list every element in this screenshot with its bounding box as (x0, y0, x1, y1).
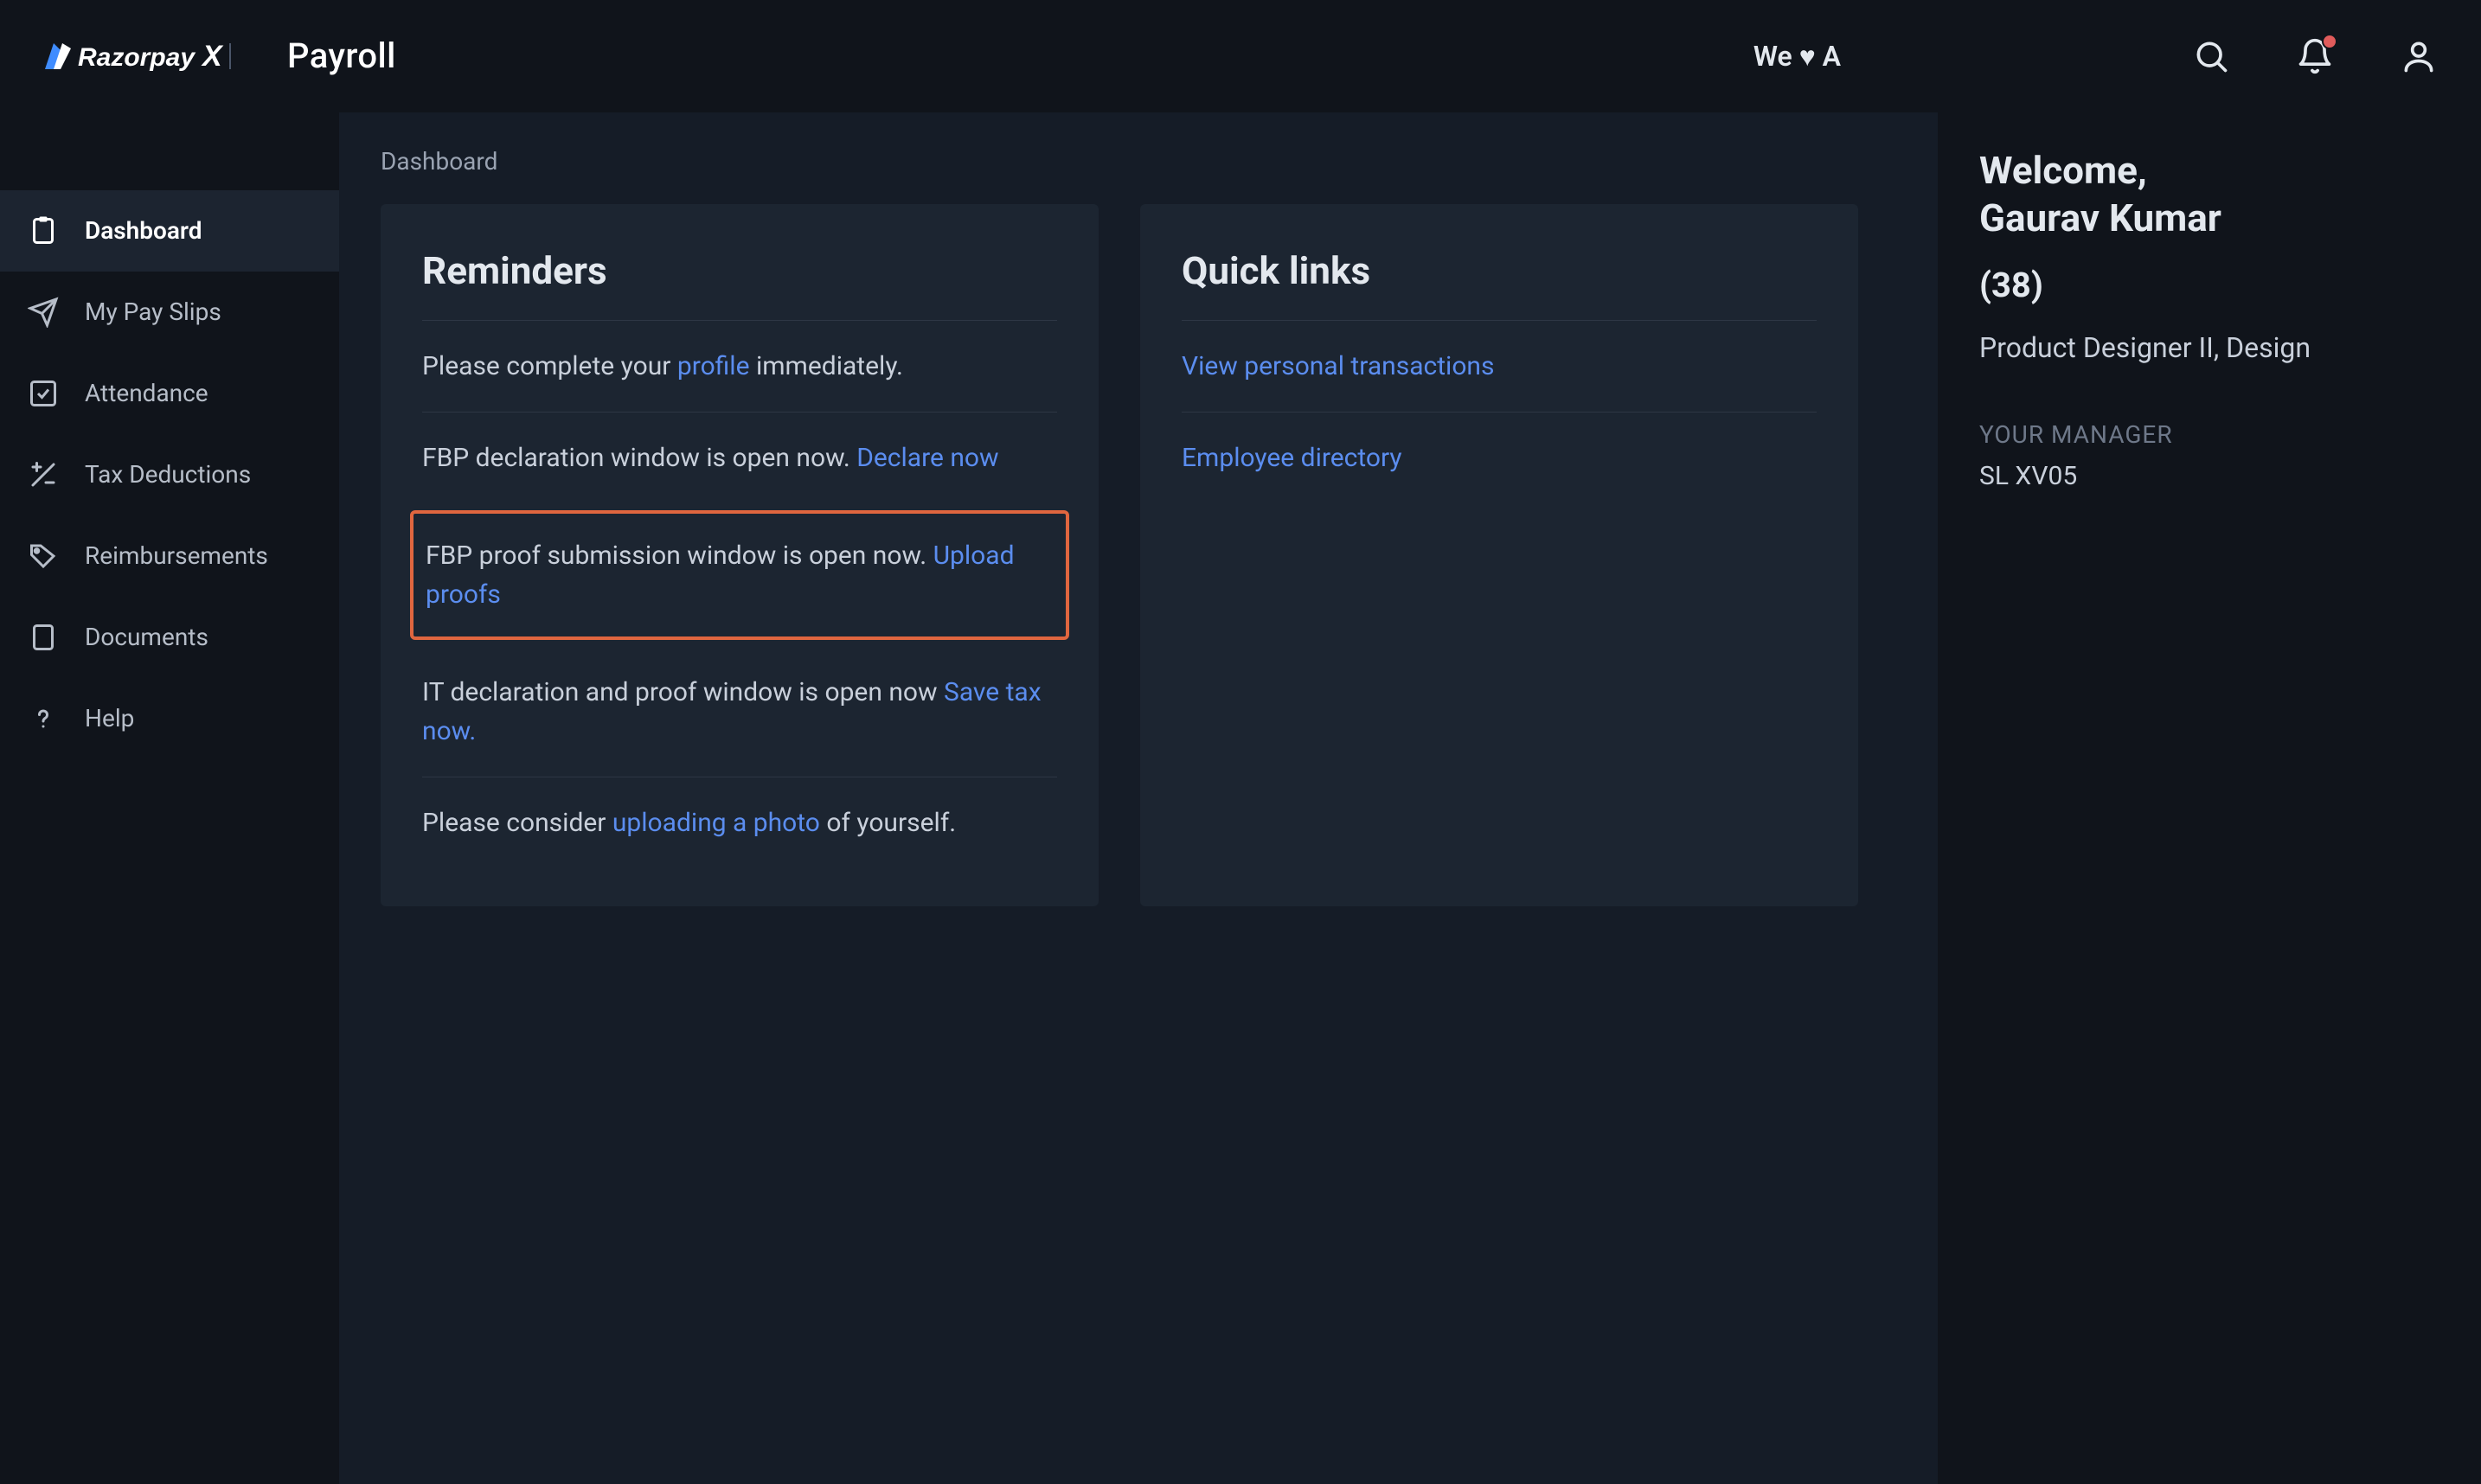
reminder-text: FBP proof submission window is open now. (426, 541, 933, 571)
sidebar-item-label: Help (85, 700, 134, 737)
declare-now-link[interactable]: Declare now (856, 443, 998, 473)
reminders-title: Reminders (422, 242, 1057, 299)
sidebar-item-label: Tax Deductions (85, 457, 251, 493)
sidebar-item-reimbursements[interactable]: Reimbursements (0, 515, 339, 597)
help-icon (26, 701, 61, 736)
svg-text:Razorpay: Razorpay (78, 43, 196, 72)
quicklink-row: View personal transactions (1182, 320, 1817, 412)
reminder-row-fbp-declare: FBP declaration window is open now. Decl… (422, 412, 1057, 503)
notifications-button[interactable] (2294, 35, 2336, 77)
quicklinks-title: Quick links (1182, 242, 1817, 299)
plus-minus-icon (26, 457, 61, 492)
breadcrumb: Dashboard (381, 144, 1896, 180)
reminder-row-photo: Please consider uploading a photo of you… (422, 777, 1057, 868)
sidebar-item-help[interactable]: Help (0, 678, 339, 759)
reminder-row-fbp-proof-highlighted: FBP proof submission window is open now.… (410, 510, 1069, 640)
manager-label: YOUR MANAGER (1979, 417, 2439, 453)
view-transactions-link[interactable]: View personal transactions (1182, 351, 1494, 381)
send-icon (26, 295, 61, 329)
sidebar-item-payslips[interactable]: My Pay Slips (0, 272, 339, 353)
reminder-text: immediately. (750, 351, 903, 381)
quicklink-row: Employee directory (1182, 412, 1817, 503)
file-icon (26, 620, 61, 655)
sidebar-item-label: Reimbursements (85, 538, 268, 574)
profile-panel: Welcome, Gaurav Kumar (38) Product Desig… (1938, 112, 2481, 1484)
notification-dot-icon (2322, 34, 2337, 49)
header-heart-text: We ♥ A (1753, 35, 1841, 77)
manager-name: SL XV05 (1979, 457, 2439, 496)
reminder-text: IT declaration and proof window is open … (422, 677, 944, 707)
logo[interactable]: Razorpay X Payroll (42, 30, 396, 82)
sidebar-item-tax-deductions[interactable]: Tax Deductions (0, 434, 339, 515)
upload-photo-link[interactable]: uploading a photo (612, 808, 820, 838)
sidebar-item-dashboard[interactable]: Dashboard (0, 190, 339, 272)
profile-button[interactable] (2398, 35, 2439, 77)
logo-payroll-text: Payroll (287, 30, 396, 82)
reminder-text: Please complete your (422, 351, 677, 381)
profile-id: (38) (1979, 259, 2439, 311)
profile-link[interactable]: profile (677, 351, 750, 381)
reminders-card: Reminders Please complete your profile i… (381, 204, 1099, 906)
reminder-row-it-declaration: IT declaration and proof window is open … (422, 647, 1057, 777)
reminder-text: Please consider (422, 808, 612, 838)
sidebar-item-label: Dashboard (85, 213, 202, 249)
main-content: Dashboard Reminders Please complete your… (339, 112, 1938, 1484)
reminder-text: of yourself. (820, 808, 956, 838)
sidebar: Dashboard My Pay Slips Attendance Tax De… (0, 112, 339, 1484)
quicklinks-card: Quick links View personal transactions E… (1140, 204, 1858, 906)
welcome-label: Welcome, (1979, 148, 2147, 193)
sidebar-item-label: Documents (85, 619, 208, 656)
tag-icon (26, 539, 61, 573)
sidebar-item-label: Attendance (85, 375, 208, 412)
check-square-icon (26, 376, 61, 411)
app-header: Razorpay X Payroll We ♥ A (0, 0, 2481, 112)
sidebar-item-attendance[interactable]: Attendance (0, 353, 339, 434)
clipboard-icon (26, 214, 61, 248)
razorpayx-logo-icon: Razorpay X (42, 36, 275, 76)
employee-directory-link[interactable]: Employee directory (1182, 443, 1402, 473)
profile-role: Product Designer II, Design (1979, 327, 2439, 368)
search-icon (2192, 37, 2230, 75)
profile-name: Gaurav Kumar (1979, 195, 2221, 240)
sidebar-item-label: My Pay Slips (85, 294, 221, 330)
reminder-row-profile: Please complete your profile immediately… (422, 320, 1057, 412)
svg-text:X: X (201, 40, 224, 73)
sidebar-item-documents[interactable]: Documents (0, 597, 339, 678)
user-icon (2400, 37, 2438, 75)
search-button[interactable] (2190, 35, 2232, 77)
reminder-text: FBP declaration window is open now. (422, 443, 856, 473)
profile-welcome: Welcome, Gaurav Kumar (1979, 147, 2439, 242)
